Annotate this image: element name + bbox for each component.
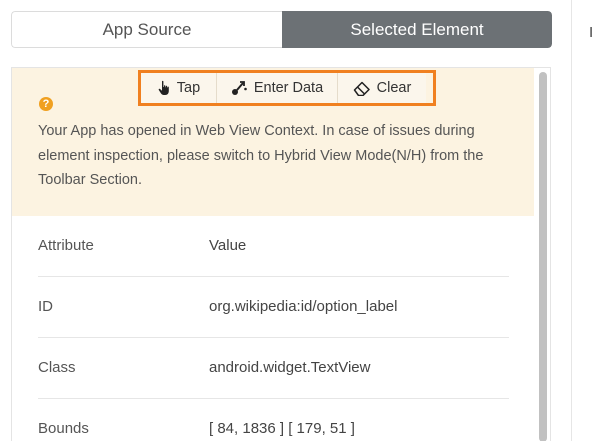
- panel-divider: [571, 0, 572, 441]
- clear-label: Clear: [376, 80, 412, 96]
- tap-icon: [158, 80, 169, 95]
- tab-bar: App Source Selected Element: [11, 11, 552, 48]
- attribute-value: [ 84, 1836 ] [ 179, 51 ]: [209, 420, 355, 437]
- attribute-value: org.wikipedia:id/option_label: [209, 298, 398, 315]
- element-action-bar: Tap Enter Data Clear: [138, 70, 436, 106]
- table-header-row: Attribute Value: [38, 216, 509, 277]
- question-icon[interactable]: ?: [39, 97, 53, 111]
- tab-app-source[interactable]: App Source: [11, 11, 282, 48]
- attribute-name: ID: [38, 298, 53, 315]
- column-header-attribute: Attribute: [38, 237, 94, 254]
- tab-selected-element[interactable]: Selected Element: [282, 11, 552, 48]
- table-row: Bounds [ 84, 1836 ] [ 179, 51 ]: [38, 399, 509, 441]
- attribute-name: Class: [38, 359, 76, 376]
- attribute-name: Bounds: [38, 420, 89, 437]
- attributes-table: Attribute Value ID org.wikipedia:id/opti…: [38, 216, 509, 441]
- column-header-value: Value: [209, 237, 247, 254]
- enter-data-label: Enter Data: [253, 80, 324, 96]
- clear-button[interactable]: Clear: [338, 73, 426, 103]
- tap-label: Tap: [176, 80, 201, 96]
- scrollbar-thumb[interactable]: [539, 72, 547, 441]
- attribute-value: android.widget.TextView: [209, 359, 371, 376]
- keyboard-pointer-icon: [231, 81, 247, 95]
- table-row: Class android.widget.TextView: [38, 338, 509, 399]
- enter-data-button[interactable]: Enter Data: [217, 73, 338, 103]
- panel-scrollbar[interactable]: [538, 72, 548, 441]
- right-panel-text: I: [589, 24, 594, 41]
- selected-element-panel: ? Your App has opened in Web View Contex…: [11, 67, 551, 441]
- table-row: ID org.wikipedia:id/option_label: [38, 277, 509, 338]
- notice-text: Your App has opened in Web View Context.…: [38, 123, 484, 188]
- tap-button[interactable]: Tap: [141, 73, 217, 103]
- eraser-icon: [353, 81, 370, 96]
